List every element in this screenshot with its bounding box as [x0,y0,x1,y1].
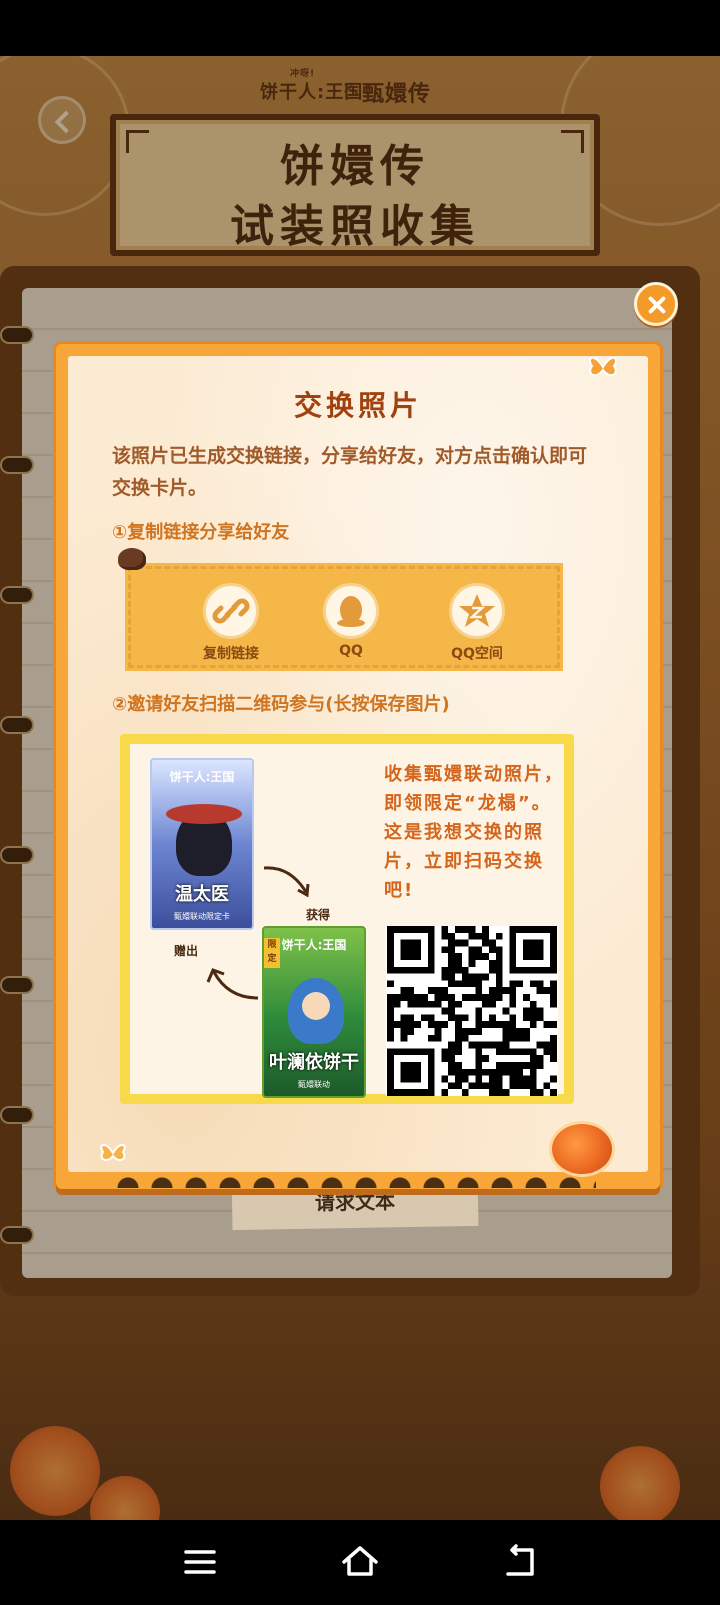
card1-character [166,804,242,876]
card1-name: 温太医 [175,884,229,905]
modal-title: 交换照片 [293,389,422,422]
modal-content: 交换照片 该照片已生成交换链接，分享给好友，对方点击确认即可交换卡片。 ①复制链… [68,356,648,1172]
invite-message: 收集甄嬛联动照片，即领限定“龙榻”。这是我想交换的照片，立即扫码交换吧! [384,764,564,901]
share-qzone-button[interactable]: QQ空间 [417,583,537,667]
qq-label: QQ [339,643,363,659]
step1-label: ①复制链接分享给好友 [112,522,290,543]
received-photo-card: 限定 饼干人:王国 叶澜依饼干 甄嬛联动 [262,926,366,1098]
navigation-bar [0,1520,720,1605]
link-icon [203,583,259,639]
card1-logo: 饼干人:王国 [169,770,235,784]
invite-qr-card[interactable]: 饼干人:王国 温太医 甄嬛联动限定卡 获得 赠出 限定 饼干人:王国 叶澜依饼干… [120,734,574,1104]
given-photo-card: 饼干人:王国 温太医 甄嬛联动限定卡 [150,758,254,930]
qq-penguin-icon [323,583,379,639]
exchange-photo-modal: 交换照片 该照片已生成交换链接，分享给好友，对方点击确认即可交换卡片。 ①复制链… [56,344,660,1189]
copy-link-button[interactable]: 复制链接 [171,583,291,667]
step2-label: ②邀请好友扫描二维码参与(长按保存图片) [112,694,450,715]
card2-subtitle: 甄嬛联动 [298,1080,330,1089]
butterfly-decoration-icon [588,356,618,377]
arrow-right-icon [263,866,310,898]
label-give: 赠出 [174,944,199,958]
share-options-panel: 复制链接 QQ QQ空间 [125,563,563,671]
modal-description: 该照片已生成交换链接，分享给好友，对方点击确认即可交换卡片。 [112,445,588,499]
copy-link-label: 复制链接 [203,646,259,662]
arrow-left-icon [206,968,259,1000]
label-get: 获得 [306,908,331,922]
status-bar [0,0,720,56]
qzone-label: QQ空间 [451,646,503,662]
pushpin-icon [118,548,146,570]
card2-character [288,978,344,1044]
home-icon[interactable] [336,1538,384,1586]
close-button[interactable] [634,282,678,326]
card1-subtitle: 甄嬛联动限定卡 [174,912,230,921]
back-icon[interactable] [496,1538,544,1586]
card2-name: 叶澜依饼干 [269,1052,359,1073]
menu-icon[interactable] [176,1538,224,1586]
qr-code[interactable] [386,926,558,1096]
share-qq-button[interactable]: QQ [291,583,411,667]
torn-page-edge [116,1162,596,1188]
invite-card-content: 饼干人:王国 温太医 甄嬛联动限定卡 获得 赠出 限定 饼干人:王国 叶澜依饼干… [130,744,564,1098]
card2-logo: 饼干人:王国 [281,938,347,952]
qzone-star-icon [449,583,505,639]
screen: 冲呀! 饼干人:王国 × 甄嬛传 饼嬛传 试装照收集 请求文本 交换照片 该照片… [0,0,720,1605]
